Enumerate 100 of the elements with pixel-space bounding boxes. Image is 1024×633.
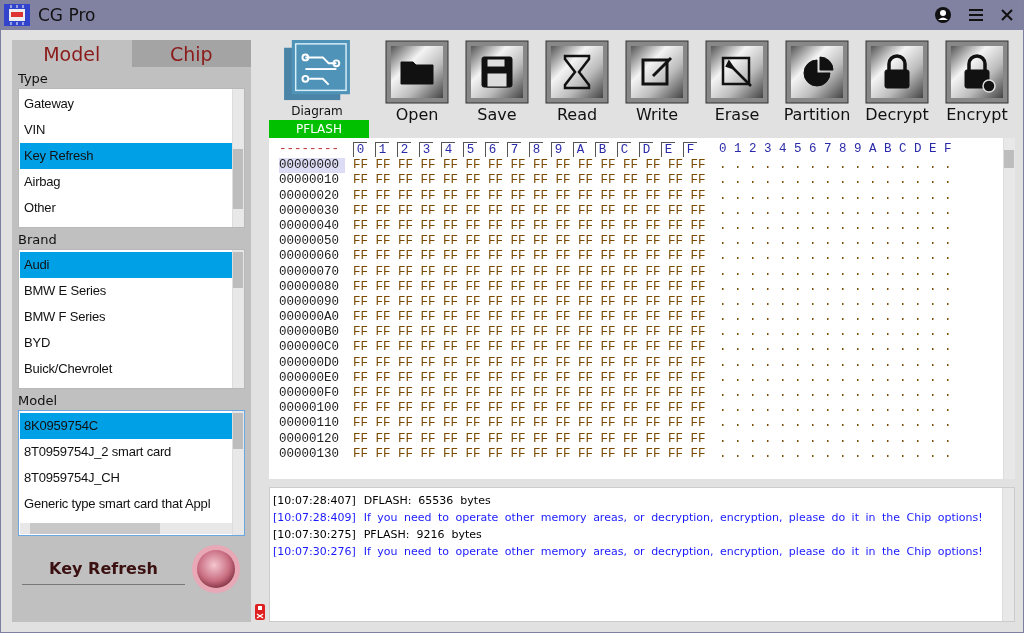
partition-button[interactable]: Partition (785, 40, 849, 124)
ascii-text: . . . . . . . . . . . . . . . . (719, 401, 952, 417)
hex-bytes: FF FF FF FF FF FF FF FF FF FF FF FF FF FF FF FF (353, 401, 705, 417)
scrollbar[interactable] (232, 89, 244, 227)
hex-bytes: FF FF FF FF FF FF FF FF FF FF FF FF FF FF FF FF (353, 249, 705, 265)
hex-bytes: FF FF FF FF FF FF FF FF FF FF FF FF FF FF FF FF (353, 234, 705, 250)
diagram-button[interactable]: Diagram (281, 40, 353, 118)
list-item[interactable]: Other (20, 195, 232, 221)
scrollbar[interactable] (1003, 138, 1015, 479)
hex-bytes: FF FF FF FF FF FF FF FF FF FF FF FF FF FF FF FF (353, 340, 705, 356)
address-cell-text: 00000080 (279, 279, 340, 295)
ascii-text: . . . . . . . . . . . . . . . . (719, 370, 952, 386)
address-cell-text: 00000030 (279, 203, 340, 219)
log-time: [10:07:28:409] (273, 510, 356, 526)
scrollbar[interactable] (232, 250, 244, 388)
hex-bytes: FF FF FF FF FF FF FF FF FF FF FF FF FF FF FF FF (353, 386, 705, 402)
address-cell-text: 00000110 (279, 416, 340, 432)
hex-bytes: FF FF FF FF FF FF FF FF FF FF FF FF FF FF FF FF (353, 355, 705, 371)
hex-bytes: FF FF FF FF FF FF FF FF FF FF FF FF FF FF FF FF (353, 446, 705, 462)
usb-disconnected-icon (255, 604, 265, 620)
ascii-text: . . . . . . . . . . . . . . . . (719, 310, 952, 326)
ascii-text: . . . . . . . . . . . . . . . . (719, 446, 952, 462)
column-header: 0 (353, 142, 367, 158)
tool-icon (705, 40, 769, 104)
address-cell-text: 000000F0 (279, 386, 340, 402)
address-cell-text: 000000E0 (279, 370, 340, 386)
ascii-header: 0 1 2 3 4 5 6 7 8 9 A B C D E F (719, 142, 952, 158)
scrollbar[interactable] (1002, 488, 1014, 621)
read-button[interactable]: Read (545, 40, 609, 124)
list-label: Model (18, 392, 58, 410)
ascii-text: . . . . . . . . . . . . . . . . (719, 249, 952, 265)
list-item[interactable]: Airbag (20, 169, 232, 195)
list-item[interactable]: BMW E Series (20, 278, 232, 304)
list-item[interactable]: 8T0959754J_2 smart card (20, 439, 232, 465)
scrollbar[interactable] (232, 411, 244, 535)
list-item[interactable]: 8K0959754C (20, 413, 232, 439)
ascii-text: . . . . . . . . . . . . . . . . (719, 188, 952, 204)
tool-icon (945, 40, 1009, 104)
list-item[interactable]: Buick/Chevrolet (20, 356, 232, 382)
hex-bytes: FF FF FF FF FF FF FF FF FF FF FF FF FF FF FF FF (353, 173, 705, 189)
address-cell-text: 00000130 (279, 446, 340, 462)
hex-bytes: FF FF FF FF FF FF FF FF FF FF FF FF FF FF FF FF (353, 416, 705, 432)
address-cell-text: 00000010 (279, 173, 340, 189)
hex-bytes: FF FF FF FF FF FF FF FF FF FF FF FF FF FF FF FF (353, 188, 705, 204)
panel-tab[interactable]: Chip (131, 40, 251, 67)
hex-bytes: FF FF FF FF FF FF FF FF FF FF FF FF FF FF FF FF (353, 431, 705, 447)
column-header: 8 (529, 142, 543, 158)
ascii-text: . . . . . . . . . . . . . . . . (719, 203, 952, 219)
ascii-text: . . . . . . . . . . . . . . . . (719, 218, 952, 235)
write-button[interactable]: Write (625, 40, 689, 124)
erase-button[interactable]: Erase (705, 40, 769, 124)
list-item[interactable]: BYD (20, 330, 232, 356)
ascii-text: . . . . . . . . . . . . . . . . (719, 386, 952, 402)
column-header: B (595, 142, 609, 158)
column-header: C (617, 142, 631, 158)
list-item[interactable]: 8T0959754J_CH (20, 465, 232, 491)
horizontal-scrollbar[interactable] (20, 523, 232, 534)
hex-bytes: FF FF FF FF FF FF FF FF FF FF FF FF FF FF FF FF (353, 325, 705, 341)
window-title: CG Pro (38, 5, 96, 25)
address-cell-text: 00000040 (279, 218, 340, 235)
tool-icon (785, 40, 849, 104)
decrypt-button[interactable]: Decrypt (865, 40, 929, 124)
menu-icon[interactable] (969, 9, 983, 21)
hex-bytes: FF FF FF FF FF FF FF FF FF FF FF FF FF FF FF FF (353, 370, 705, 386)
ascii-text: . . . . . . . . . . . . . . . . (719, 158, 952, 174)
list-item[interactable]: Generic type smart card that Appl (20, 491, 232, 517)
function-label: Key Refresh (22, 553, 185, 585)
address-cell-text: 00000100 (279, 401, 340, 417)
tool-icon (625, 40, 689, 104)
column-header: 5 (463, 142, 477, 158)
tool-icon (545, 40, 609, 104)
list-item[interactable]: Audi (20, 252, 232, 278)
column-header: A (573, 142, 587, 158)
save-button[interactable]: Save (465, 40, 529, 124)
address-cell-text: 000000C0 (279, 340, 340, 356)
open-button[interactable]: Open (385, 40, 449, 124)
close-icon[interactable] (1001, 9, 1013, 21)
list-label: Brand (18, 231, 57, 249)
header-corner: -------- (279, 142, 340, 158)
log-time: [10:07:28:407] (273, 493, 356, 509)
column-header: 4 (441, 142, 455, 158)
user-icon[interactable] (935, 7, 951, 23)
ascii-text: . . . . . . . . . . . . . . . . (719, 294, 952, 311)
hex-bytes: FF FF FF FF FF FF FF FF FF FF FF FF FF FF FF FF (353, 310, 705, 326)
log-time: [10:07:30:275] (273, 527, 356, 543)
log-message: If you need to operate other memory areas, or decryption, encryption, please do it in the Chip options! (363, 544, 983, 560)
log-time: [10:07:30:276] (273, 544, 356, 560)
start-button[interactable] (191, 544, 241, 594)
ascii-text: . . . . . . . . . . . . . . . . (719, 173, 952, 189)
column-header: 1 (375, 142, 389, 158)
list-item[interactable]: VIN (20, 117, 232, 143)
list-item[interactable]: Gateway (20, 91, 232, 117)
ascii-text: . . . . . . . . . . . . . . . . (719, 234, 952, 250)
list-item[interactable]: Key Refresh (20, 143, 232, 169)
encrypt-button[interactable]: Encrypt (945, 40, 1009, 124)
list-item[interactable]: BMW F Series (20, 304, 232, 330)
hex-bytes: FF FF FF FF FF FF FF FF FF FF FF FF FF FF FF FF (353, 264, 705, 280)
column-header: 7 (507, 142, 521, 158)
column-header: 9 (551, 142, 565, 158)
ascii-text: . . . . . . . . . . . . . . . . (719, 279, 952, 295)
